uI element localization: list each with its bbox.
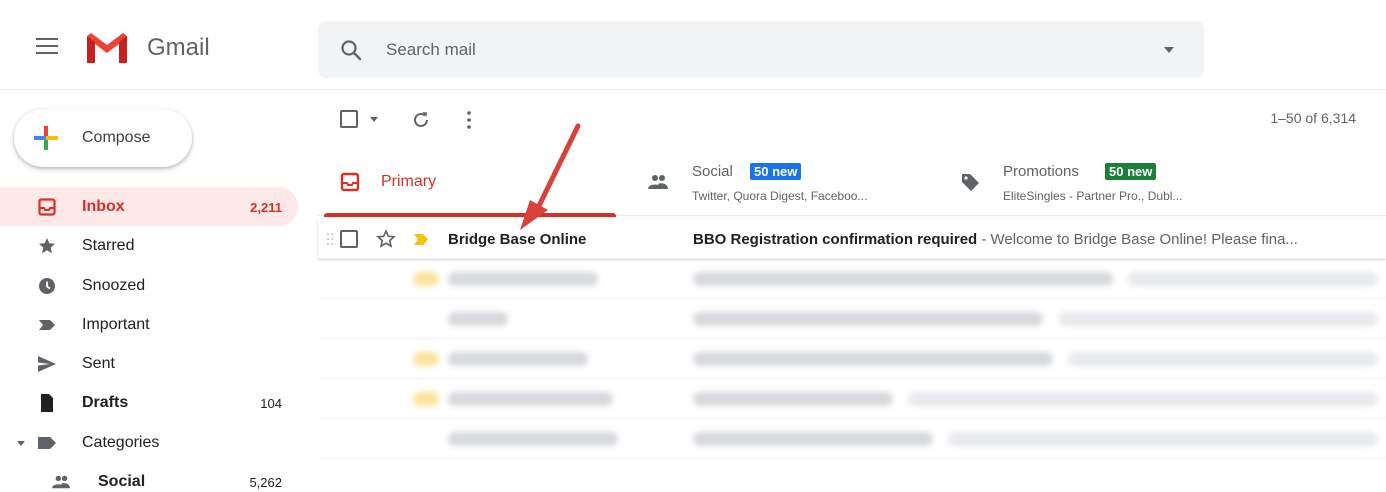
people-icon bbox=[52, 475, 70, 489]
drag-handle-icon[interactable] bbox=[326, 232, 334, 246]
tab-label: Promotions bbox=[1003, 163, 1079, 180]
email-subject: BBO Registration confirmation required bbox=[693, 231, 978, 248]
category-tabs: Primary Social 50 new Twitter, Quora Dig… bbox=[318, 146, 1386, 217]
redacted-snippet bbox=[908, 392, 1378, 406]
search-icon[interactable] bbox=[340, 39, 362, 61]
redacted-sender bbox=[448, 392, 613, 406]
send-icon bbox=[38, 356, 56, 373]
compose-label: Compose bbox=[82, 129, 151, 146]
top-header: Gmail bbox=[0, 0, 1386, 90]
refresh-icon[interactable] bbox=[410, 109, 432, 131]
star-icon bbox=[39, 238, 55, 254]
email-row-redacted[interactable] bbox=[318, 339, 1386, 379]
redacted-subject bbox=[693, 432, 933, 446]
search-input[interactable] bbox=[386, 35, 1086, 65]
redacted-marker bbox=[413, 272, 439, 286]
redacted-sender bbox=[448, 272, 598, 286]
sidebar-item-snoozed[interactable]: Snoozed bbox=[0, 266, 298, 305]
compose-button[interactable]: Compose bbox=[14, 109, 192, 167]
sidebar-item-important[interactable]: Important bbox=[0, 305, 298, 344]
important-marker-icon[interactable] bbox=[414, 234, 428, 245]
sidebar-item-label: Important bbox=[82, 315, 150, 333]
email-row-redacted[interactable] bbox=[318, 379, 1386, 419]
email-sender: Bridge Base Online bbox=[448, 231, 587, 248]
draft-count: 104 bbox=[260, 396, 282, 412]
redacted-snippet bbox=[1128, 272, 1378, 286]
redacted-sender bbox=[448, 312, 508, 326]
email-row-redacted[interactable] bbox=[318, 299, 1386, 339]
plus-icon bbox=[34, 126, 58, 150]
tab-senders-preview: Twitter, Quora Digest, Faceboo... bbox=[692, 189, 868, 203]
email-row[interactable]: Bridge Base Online BBO Registration conf… bbox=[318, 219, 1386, 259]
redacted-marker bbox=[413, 352, 439, 366]
sidebar-item-social[interactable]: Social 5,262 bbox=[0, 462, 298, 492]
unread-count: 2,211 bbox=[250, 200, 282, 215]
email-row-redacted[interactable] bbox=[318, 419, 1386, 459]
redacted-snippet bbox=[1068, 352, 1378, 366]
sidebar-item-label: Sent bbox=[82, 355, 115, 373]
search-options-dropdown-icon[interactable] bbox=[1164, 47, 1174, 53]
sidebar-item-label: Social bbox=[98, 473, 146, 491]
select-all-checkbox[interactable] bbox=[340, 110, 358, 128]
draft-icon bbox=[41, 394, 53, 413]
search-bar[interactable] bbox=[318, 21, 1204, 78]
list-toolbar: 1–50 of 6,314 bbox=[318, 98, 1386, 140]
redacted-subject bbox=[693, 312, 1043, 326]
redacted-sender bbox=[448, 352, 588, 366]
redacted-sender bbox=[448, 432, 618, 446]
email-snippet: - Welcome to Bridge Base Online! Please … bbox=[977, 231, 1298, 248]
tab-social[interactable]: Social 50 new Twitter, Quora Digest, Fac… bbox=[638, 146, 938, 216]
redacted-snippet bbox=[948, 432, 1378, 446]
star-outline-icon[interactable] bbox=[376, 229, 396, 249]
email-checkbox[interactable] bbox=[340, 230, 358, 248]
sidebar-item-categories[interactable]: Categories bbox=[0, 423, 298, 462]
expand-categories-icon[interactable] bbox=[17, 440, 25, 446]
important-icon bbox=[39, 319, 55, 330]
redacted-subject bbox=[693, 352, 1053, 366]
tab-label: Primary bbox=[381, 173, 437, 190]
new-count-badge: 50 new bbox=[1105, 163, 1157, 180]
sidebar-item-label: Snoozed bbox=[82, 276, 146, 294]
people-icon bbox=[648, 175, 668, 189]
social-count: 5,262 bbox=[249, 475, 282, 491]
sidebar-nav: Inbox 2,211 Starred Snoozed Important Se… bbox=[0, 187, 298, 492]
sidebar-item-label: Inbox bbox=[82, 198, 125, 215]
email-row-redacted[interactable] bbox=[318, 259, 1386, 299]
inbox-icon bbox=[38, 198, 56, 216]
sidebar-item-drafts[interactable]: Drafts 104 bbox=[0, 383, 298, 422]
tab-primary[interactable]: Primary bbox=[318, 146, 616, 217]
redacted-subject bbox=[693, 392, 893, 406]
redacted-subject bbox=[693, 272, 1113, 286]
sidebar-item-starred[interactable]: Starred bbox=[0, 226, 298, 265]
clock-icon bbox=[39, 277, 55, 294]
gmail-wordmark: Gmail bbox=[147, 34, 210, 61]
email-list: Bridge Base Online BBO Registration conf… bbox=[318, 219, 1386, 459]
tag-icon bbox=[962, 174, 979, 191]
tab-senders-preview: EliteSingles - Partner Pro., Dubl... bbox=[1003, 189, 1183, 203]
redacted-marker bbox=[413, 392, 439, 406]
pagination-range: 1–50 of 6,314 bbox=[1270, 110, 1356, 126]
select-options-dropdown-icon[interactable] bbox=[370, 117, 378, 122]
sidebar-item-label: Categories bbox=[82, 433, 160, 451]
new-count-badge: 50 new bbox=[750, 163, 802, 180]
label-icon bbox=[38, 436, 56, 449]
tab-promotions[interactable]: Promotions 50 new EliteSingles - Partner… bbox=[952, 146, 1372, 216]
sidebar-item-label: Starred bbox=[82, 237, 135, 255]
sidebar-item-inbox[interactable]: Inbox 2,211 bbox=[0, 187, 298, 227]
sidebar-item-label: Drafts bbox=[82, 394, 129, 412]
email-preview: BBO Registration confirmation required -… bbox=[693, 231, 1383, 248]
tab-label: Social bbox=[692, 163, 733, 180]
main-menu-icon[interactable] bbox=[36, 38, 58, 56]
more-options-icon[interactable] bbox=[466, 109, 472, 131]
sidebar-item-sent[interactable]: Sent bbox=[0, 344, 298, 383]
inbox-icon bbox=[340, 172, 360, 192]
redacted-snippet bbox=[1058, 312, 1378, 326]
gmail-logo-icon[interactable] bbox=[84, 30, 130, 66]
